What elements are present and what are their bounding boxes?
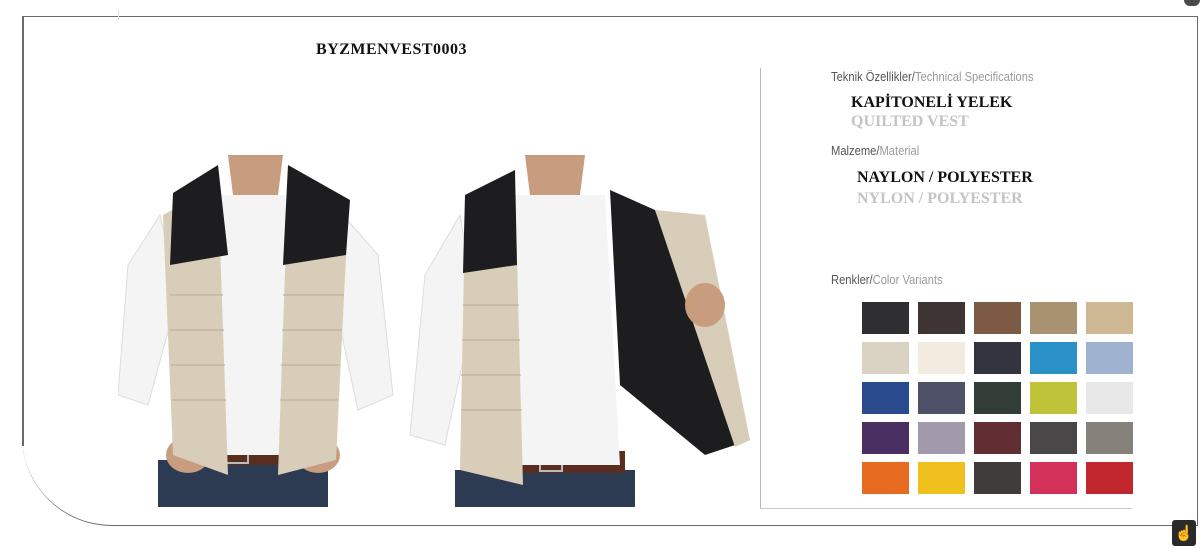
color-swatch[interactable] xyxy=(1030,302,1077,334)
technical-spec-label-en: Technical Specifications xyxy=(914,69,1034,84)
colors-label-en: Color Variants xyxy=(872,272,943,287)
color-swatch[interactable] xyxy=(1086,342,1133,374)
frame-tick xyxy=(118,10,119,20)
spec-bottom-line xyxy=(760,508,1132,509)
color-swatch[interactable] xyxy=(974,462,1021,494)
material-label-en: Material xyxy=(879,143,920,158)
color-swatch[interactable] xyxy=(918,462,965,494)
color-swatch[interactable] xyxy=(862,422,909,454)
material-value-en: NYLON / POLYESTER xyxy=(857,190,1023,207)
product-name-tr: KAPİTONELİ YELEK xyxy=(851,94,1013,111)
color-swatch[interactable] xyxy=(1030,342,1077,374)
spec-divider xyxy=(760,68,761,508)
color-swatch[interactable] xyxy=(1086,382,1133,414)
product-photo-front xyxy=(118,155,398,507)
color-swatch[interactable] xyxy=(862,382,909,414)
material-label-tr: Malzeme xyxy=(831,143,877,158)
corner-tab xyxy=(1184,0,1200,6)
color-swatch[interactable] xyxy=(918,422,965,454)
frame-left-edge xyxy=(22,16,24,446)
color-swatch[interactable] xyxy=(862,342,909,374)
color-swatch[interactable] xyxy=(862,302,909,334)
color-swatch[interactable] xyxy=(974,422,1021,454)
colors-label-tr: Renkler xyxy=(831,272,870,287)
color-swatch[interactable] xyxy=(1086,302,1133,334)
color-swatch[interactable] xyxy=(1030,462,1077,494)
technical-spec-label-tr: Teknik Özellikler xyxy=(831,69,912,84)
color-swatch[interactable] xyxy=(1030,382,1077,414)
product-photo-open xyxy=(405,155,755,507)
color-swatch-grid xyxy=(862,302,1134,496)
material-value-tr: NAYLON / POLYESTER xyxy=(857,169,1033,186)
color-swatch[interactable] xyxy=(918,302,965,334)
product-code: BYZMENVEST0003 xyxy=(316,41,468,58)
color-swatch[interactable] xyxy=(1086,422,1133,454)
hand-pointer-icon[interactable]: ☝ xyxy=(1172,520,1196,546)
technical-spec-heading: Teknik Özellikler/Technical Specificatio… xyxy=(831,69,1034,84)
material-heading: Malzeme/Material xyxy=(831,143,920,158)
color-swatch[interactable] xyxy=(974,382,1021,414)
color-swatch[interactable] xyxy=(974,302,1021,334)
color-swatch[interactable] xyxy=(918,382,965,414)
product-name-en: QUILTED VEST xyxy=(851,113,969,130)
color-swatch[interactable] xyxy=(1086,462,1133,494)
colors-heading: Renkler/Color Variants xyxy=(831,272,943,287)
color-swatch[interactable] xyxy=(974,342,1021,374)
color-swatch[interactable] xyxy=(1030,422,1077,454)
color-swatch[interactable] xyxy=(918,342,965,374)
color-swatch[interactable] xyxy=(862,462,909,494)
